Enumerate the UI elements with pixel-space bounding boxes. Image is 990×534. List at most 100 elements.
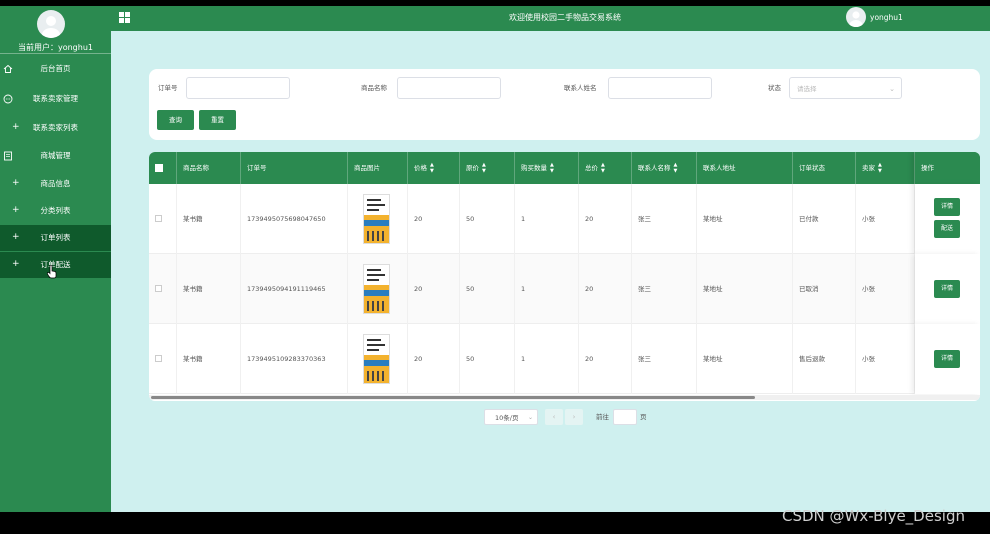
cell-total: 20 xyxy=(579,324,632,394)
contact-name-input[interactable] xyxy=(608,77,712,99)
cell-contact-name: 张三 xyxy=(632,324,697,394)
cell-quantity: 1 xyxy=(515,184,579,254)
order-no-label: 订单号 xyxy=(158,84,178,92)
detail-button[interactable]: 详情 xyxy=(934,350,960,368)
status-label: 状态 xyxy=(768,84,781,92)
cell-seller: 小张 xyxy=(856,254,915,324)
col-header-sortable[interactable]: 联系人名称 ▲ ▼ xyxy=(632,152,697,184)
table-header: 商品名称 订单号 商品图片 价格 ▲ ▼ 原价 ▲ ▼ 购买数量 ▲ ▼ 总价 ▲ ▼ 联系人名… xyxy=(149,152,980,184)
product-image[interactable] xyxy=(363,334,390,384)
horizontal-scrollbar[interactable] xyxy=(149,395,980,400)
cell-price: 20 xyxy=(408,324,460,394)
user-avatar-icon xyxy=(849,11,863,27)
sort-icon[interactable]: ▲ ▼ xyxy=(878,162,882,174)
sort-icon[interactable]: ▲ ▼ xyxy=(430,162,434,174)
col-header-label: 原价 xyxy=(466,164,479,172)
main-content: 订单号 商品名称 联系人姓名 状态 请选择 ⌄ 查询 重置 商品名称 订单号 商… xyxy=(111,31,990,512)
watermark: CSDN @Wx-Blye_Design xyxy=(782,507,965,525)
sidebar-avatar[interactable] xyxy=(37,10,65,38)
product-image[interactable] xyxy=(363,264,390,314)
col-header-label: 价格 xyxy=(414,164,427,172)
user-avatar-icon xyxy=(42,16,60,38)
header-avatar[interactable] xyxy=(846,7,866,27)
cell-order-no: 1739495094191119465 xyxy=(241,254,348,324)
cell-product-name: 某书籍 xyxy=(177,324,241,394)
sidebar-divider xyxy=(0,53,111,54)
table-row: 某书籍 1739495075698047650 20 50 1 20 张三 某地… xyxy=(149,184,980,254)
cell-original-price: 50 xyxy=(460,324,515,394)
sort-icon[interactable]: ▲ ▼ xyxy=(482,162,486,174)
col-header: 订单状态 xyxy=(793,152,856,184)
col-header-label: 购买数量 xyxy=(521,164,547,172)
cell-contact-name: 张三 xyxy=(632,254,697,324)
cell-order-no: 1739495109283370363 xyxy=(241,324,348,394)
cell-total: 20 xyxy=(579,254,632,324)
product-name-input[interactable] xyxy=(397,77,501,99)
row-checkbox[interactable] xyxy=(155,355,162,362)
sidebar-item-order-list[interactable]: + 订单列表 xyxy=(0,225,111,251)
col-header-label: 联系人名称 xyxy=(638,164,671,172)
deliver-button[interactable]: 配送 xyxy=(934,220,960,238)
cell-contact-address: 某地址 xyxy=(697,254,793,324)
chevron-down-icon: ⌄ xyxy=(527,414,533,421)
goto-page-input[interactable] xyxy=(613,409,637,425)
current-user-label: 当前用户： xyxy=(17,43,58,52)
hand-cursor-icon xyxy=(47,265,57,279)
sort-icon[interactable]: ▲ ▼ xyxy=(550,162,554,174)
cell-order-status: 已取消 xyxy=(793,254,856,324)
col-header-sortable[interactable]: 价格 ▲ ▼ xyxy=(408,152,460,184)
prev-page-button[interactable]: ‹ xyxy=(545,409,563,425)
detail-button[interactable]: 详情 xyxy=(934,280,960,298)
col-header-sortable[interactable]: 原价 ▲ ▼ xyxy=(460,152,515,184)
cell-product-name: 某书籍 xyxy=(177,184,241,254)
product-image[interactable] xyxy=(363,194,390,244)
contact-name-label: 联系人姓名 xyxy=(564,84,597,92)
row-checkbox[interactable] xyxy=(155,215,162,222)
cell-total: 20 xyxy=(579,184,632,254)
cell-contact-address: 某地址 xyxy=(697,324,793,394)
select-all-checkbox[interactable] xyxy=(155,164,163,172)
search-panel: 订单号 商品名称 联系人姓名 状态 请选择 ⌄ 查询 重置 xyxy=(149,69,980,140)
sidebar-item-product-info[interactable]: + 商品信息 xyxy=(0,171,111,197)
sidebar-item-category-list[interactable]: + 分类列表 xyxy=(0,198,111,224)
col-header-label: 总价 xyxy=(585,164,598,172)
cell-quantity: 1 xyxy=(515,324,579,394)
col-header: 订单号 xyxy=(241,152,348,184)
col-header-sortable[interactable]: 总价 ▲ ▼ xyxy=(579,152,632,184)
sidebar-item-contact-seller-list[interactable]: + 联系卖家列表 xyxy=(0,115,111,141)
col-header: 商品名称 xyxy=(177,152,241,184)
cell-order-no: 1739495075698047650 xyxy=(241,184,348,254)
sidebar-item-label: 联系卖家列表 xyxy=(33,123,78,132)
cell-actions: 详情 xyxy=(915,324,980,394)
cell-actions: 详情 配送 xyxy=(915,184,980,254)
sidebar-item-mall-mgmt[interactable]: 商城管理 xyxy=(0,143,111,169)
col-header: 操作 xyxy=(915,152,980,184)
sidebar-item-home[interactable]: 后台首页 xyxy=(0,56,111,82)
status-select[interactable]: 请选择 ⌄ xyxy=(789,77,902,99)
sort-icon[interactable]: ▲ ▼ xyxy=(601,162,605,174)
cell-product-image xyxy=(348,254,408,324)
chevron-down-icon: ⌄ xyxy=(889,85,895,93)
sidebar-item-contact-seller-mgmt[interactable]: 联系卖家管理 xyxy=(0,86,111,112)
col-header-sortable[interactable]: 卖家 ▲ ▼ xyxy=(856,152,915,184)
cell-product-image xyxy=(348,324,408,394)
page-unit-label: 页 xyxy=(640,413,647,421)
sort-icon[interactable]: ▲ ▼ xyxy=(674,162,678,174)
sidebar: 当前用户：yonghu1 后台首页 联系卖家管理 + 联系卖家列表 商城管理 +… xyxy=(0,6,111,512)
detail-button[interactable]: 详情 xyxy=(934,198,960,216)
scrollbar-thumb[interactable] xyxy=(151,396,755,399)
row-checkbox[interactable] xyxy=(155,285,162,292)
reset-button[interactable]: 重置 xyxy=(199,110,236,130)
col-header-sortable[interactable]: 购买数量 ▲ ▼ xyxy=(515,152,579,184)
current-user-text: 当前用户：yonghu1 xyxy=(0,42,111,53)
next-page-button[interactable]: › xyxy=(565,409,583,425)
order-table: 商品名称 订单号 商品图片 价格 ▲ ▼ 原价 ▲ ▼ 购买数量 ▲ ▼ 总价 ▲ ▼ 联系人名… xyxy=(149,152,980,401)
page-size-select[interactable]: 10条/页 ⌄ xyxy=(484,409,538,425)
cell-contact-name: 张三 xyxy=(632,184,697,254)
order-no-input[interactable] xyxy=(186,77,290,99)
query-button[interactable]: 查询 xyxy=(157,110,194,130)
header-username[interactable]: yonghu1 xyxy=(870,13,903,23)
cell-order-status: 售后退款 xyxy=(793,324,856,394)
page-size-value: 10条/页 xyxy=(495,414,519,422)
cell-contact-address: 某地址 xyxy=(697,184,793,254)
